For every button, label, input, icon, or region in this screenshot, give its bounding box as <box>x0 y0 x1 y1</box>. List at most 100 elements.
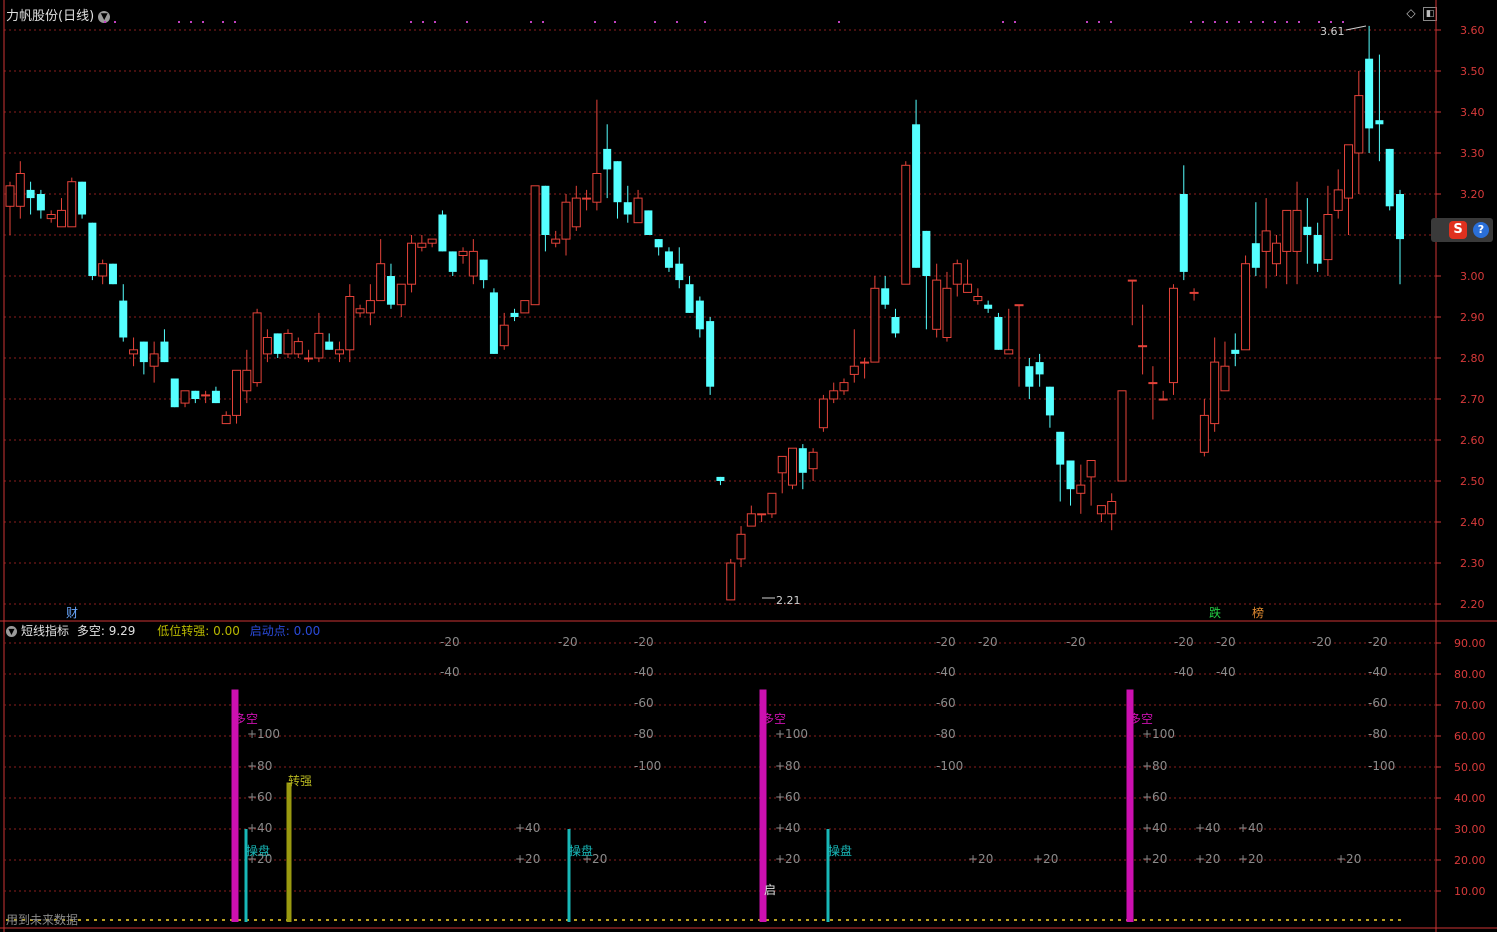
baseline-dot <box>574 919 577 921</box>
baseline-dot <box>838 919 841 921</box>
candle-body-down <box>1066 460 1075 490</box>
candle-body-up <box>1333 189 1343 211</box>
baseline-dot <box>702 919 705 921</box>
candle-body-down <box>88 222 97 276</box>
candle-body-up <box>633 197 643 224</box>
candle-body-up <box>1117 390 1127 482</box>
candle-body-down <box>1375 120 1384 125</box>
indicator-tick-label: 10.00 <box>1454 885 1486 898</box>
step-marker: +100 <box>1142 727 1175 741</box>
step-marker: +60 <box>247 790 272 804</box>
sogou-widget[interactable]: S ? <box>1431 218 1493 242</box>
candle-body-up <box>46 214 56 220</box>
indicator-tick-label: 20.00 <box>1454 854 1486 867</box>
baseline-dot <box>398 919 401 921</box>
baseline-dot <box>710 919 713 921</box>
baseline-dot <box>1294 919 1297 921</box>
sogou-icon[interactable]: S <box>1449 221 1467 239</box>
indicator-tick-label: 50.00 <box>1454 761 1486 774</box>
baseline-dot <box>958 919 961 921</box>
baseline-dot <box>198 919 201 921</box>
cai-marker[interactable]: 财 <box>66 606 78 620</box>
candle-body-up <box>1220 365 1230 392</box>
help-icon[interactable]: ? <box>1473 222 1489 238</box>
step-marker: +20 <box>582 852 607 866</box>
top-dot <box>1190 21 1192 23</box>
candle-body-up <box>242 369 252 392</box>
step-marker: +40 <box>515 821 540 835</box>
candle-body-down <box>36 194 45 211</box>
top-dot <box>1214 21 1216 23</box>
future-data-warning: 用到未来数据 <box>6 913 79 927</box>
chevron-down-icon[interactable]: ▼ <box>6 626 17 637</box>
step-marker: +20 <box>968 852 993 866</box>
baseline-dot <box>974 919 977 921</box>
candle-body-up <box>56 209 66 228</box>
candle-body-up <box>942 287 952 338</box>
baseline-dot <box>734 919 737 921</box>
top-dot <box>704 21 706 23</box>
candle-body-down <box>191 390 200 399</box>
candle-body-up <box>1241 263 1251 351</box>
baseline-dot <box>918 919 921 921</box>
step-marker: -100 <box>936 759 963 773</box>
top-dot <box>190 21 192 23</box>
high-arrow <box>1345 25 1367 31</box>
candle-series <box>5 21 1404 601</box>
baseline-dot <box>606 919 609 921</box>
baseline-dot <box>558 919 561 921</box>
baseline-dot <box>126 919 129 921</box>
candle-body-down <box>881 288 890 305</box>
candle-body-down <box>438 214 447 252</box>
baseline-dot <box>358 919 361 921</box>
candle-body-up <box>1004 349 1014 355</box>
top-dot <box>1262 21 1264 23</box>
candle-body-down <box>613 161 622 203</box>
diwei-label: 低位转强: <box>157 624 210 638</box>
top-dot <box>1274 21 1276 23</box>
baseline-dot <box>902 919 905 921</box>
baseline-dot <box>1350 919 1353 921</box>
baseline-dot <box>486 919 489 921</box>
step-marker: -20 <box>1066 635 1086 649</box>
bang-marker[interactable]: 榜 <box>1252 605 1264 620</box>
candle-body-up <box>767 492 777 515</box>
candle-body-down <box>448 251 457 272</box>
baseline-dot <box>446 919 449 921</box>
baseline-dot <box>854 919 857 921</box>
baseline-dot <box>270 919 273 921</box>
baseline-dot <box>438 919 441 921</box>
indicator-header[interactable]: ▼ 短线指标 多空: 9.29 低位转强: 0.00 启动点: 0.00 <box>6 622 320 639</box>
duokong-value: 9.29 <box>108 624 136 638</box>
candle-body-down <box>1045 386 1054 416</box>
baseline-dot <box>422 919 425 921</box>
indicator-tick-label: 70.00 <box>1454 699 1486 712</box>
step-marker: +80 <box>247 759 272 773</box>
candle-body-up <box>808 451 818 470</box>
top-dot <box>1110 21 1112 23</box>
baseline-dot <box>1182 919 1185 921</box>
candle-body-up <box>932 279 942 330</box>
baseline-dot <box>1190 919 1193 921</box>
top-dot <box>1330 21 1332 23</box>
candle-body-up <box>355 308 365 314</box>
baseline-dot <box>1334 919 1337 921</box>
baseline-dot <box>182 919 185 921</box>
step-marker: -20 <box>440 635 460 649</box>
price-tick-label: 2.90 <box>1460 311 1485 324</box>
chart-canvas: 2.202.302.402.502.602.702.802.903.003.10… <box>0 0 1497 932</box>
step-marker: +40 <box>775 821 800 835</box>
baseline-dot <box>878 919 881 921</box>
baseline-dot <box>622 919 625 921</box>
candle-body-up <box>963 283 973 293</box>
candle-body-up <box>376 263 386 302</box>
step-marker: -20 <box>1368 635 1388 649</box>
price-tick-label: 3.30 <box>1460 147 1485 160</box>
candle-body-up <box>98 263 108 277</box>
baseline-dot <box>1086 919 1089 921</box>
die-marker[interactable]: 跌 <box>1209 605 1221 620</box>
step-marker: -40 <box>1174 665 1194 679</box>
indicator-tick-label: 40.00 <box>1454 792 1486 805</box>
qidong-value: 0.00 <box>293 624 321 638</box>
baseline-dot <box>670 919 673 921</box>
